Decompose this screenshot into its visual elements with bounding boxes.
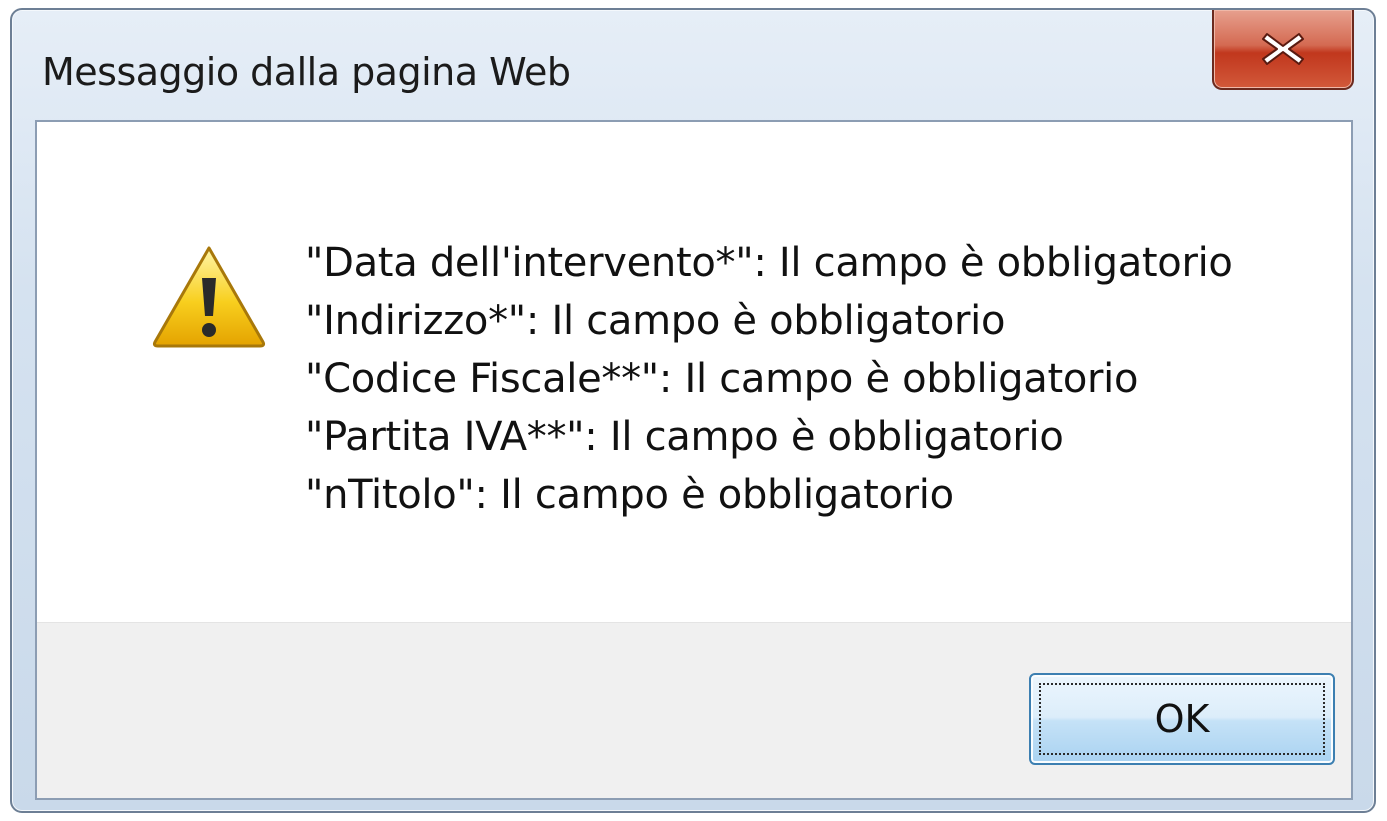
dialog-title: Messaggio dalla pagina Web	[42, 50, 571, 94]
message-line: "Indirizzo*": Il campo è obbligatorio	[305, 298, 1006, 344]
close-icon	[1262, 33, 1304, 65]
message-line: "Codice Fiscale**": Il campo è obbligato…	[305, 356, 1139, 402]
message-list: "Data dell'intervento*": Il campo è obbl…	[305, 234, 1233, 524]
warning-icon	[152, 246, 266, 348]
ok-button-label: OK	[1154, 697, 1210, 741]
message-line: "Partita IVA**": Il campo è obbligatorio	[305, 414, 1064, 460]
message-line: "nTitolo": Il campo è obbligatorio	[305, 472, 954, 518]
message-line: "Data dell'intervento*": Il campo è obbl…	[305, 240, 1233, 286]
title-bar[interactable]: Messaggio dalla pagina Web	[12, 10, 1374, 122]
message-area: "Data dell'intervento*": Il campo è obbl…	[37, 122, 1351, 622]
dialog-window: Messaggio dalla pagina Web "Data dell'in…	[10, 8, 1376, 813]
dialog-body: "Data dell'intervento*": Il campo è obbl…	[35, 120, 1353, 800]
close-button[interactable]	[1212, 10, 1354, 90]
ok-button[interactable]: OK	[1029, 673, 1335, 765]
button-bar: OK	[37, 622, 1351, 798]
